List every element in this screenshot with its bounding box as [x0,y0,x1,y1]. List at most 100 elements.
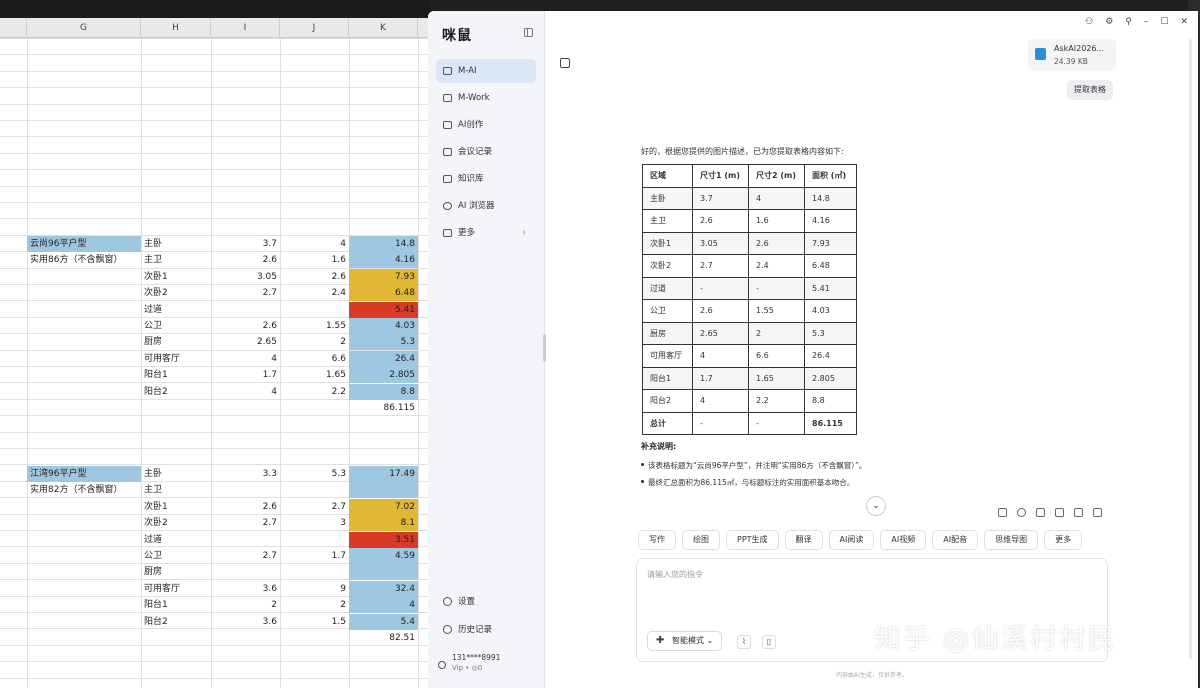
room-name[interactable]: 主卫 [141,482,211,498]
attached-file[interactable]: AskAI2026... 24.39 KB [1028,39,1116,71]
dim-a[interactable]: 3.6 [211,581,280,597]
sidebar-collapse-icon[interactable] [524,28,533,37]
new-chat-icon[interactable] [560,58,570,68]
block-subtitle[interactable]: 实用86方（不含飘窗） [27,252,141,268]
dim-a[interactable]: 2.6 [211,318,280,334]
room-name[interactable]: 过道 [141,302,211,318]
area-value[interactable] [349,564,418,580]
book-icon[interactable]: ▯ [762,635,776,649]
dim-a[interactable]: 3.05 [211,269,280,285]
room-name[interactable]: 公卫 [141,318,211,334]
area-value[interactable] [349,482,418,498]
area-value[interactable]: 32.4 [349,581,418,597]
column-header-j[interactable]: J [280,18,349,38]
user-icon[interactable] [438,661,446,669]
dim-b[interactable]: 2 [280,334,349,350]
dim-a[interactable] [211,302,280,318]
room-name[interactable]: 过道 [141,532,211,548]
dim-a[interactable] [211,532,280,548]
dim-b[interactable]: 9 [280,581,349,597]
history-item[interactable]: 历史记录 [436,619,536,641]
dim-a[interactable] [211,564,280,580]
chat-scrollbar[interactable] [1189,39,1192,659]
area-value[interactable]: 6.48 [349,285,418,301]
column-header-i[interactable]: I [211,18,280,38]
settings-item[interactable]: 设置 [436,591,536,613]
room-name[interactable]: 可用客厅 [141,581,211,597]
tool-chip[interactable]: PPT生成 [726,530,779,550]
area-value[interactable]: 5.41 [349,302,418,318]
sidebar-item-m-ai[interactable]: M-AI [436,59,536,83]
column-header-g[interactable]: G [27,18,141,38]
dim-b[interactable]: 1.5 [280,614,349,630]
copy-icon[interactable] [1055,508,1064,517]
total-value[interactable]: 86.115 [349,400,418,416]
refresh-icon[interactable] [1017,508,1026,517]
edit-icon[interactable] [998,508,1007,517]
tool-chip[interactable]: 思维导图 [984,530,1039,550]
column-header-k[interactable]: K [349,18,418,38]
sidebar-item-knowledge[interactable]: 知识库 [436,167,536,191]
dim-b[interactable] [280,482,349,498]
dim-b[interactable] [280,532,349,548]
area-value[interactable]: 3.51 [349,532,418,548]
area-value[interactable]: 4.03 [349,318,418,334]
tool-chip[interactable]: AI阅读 [828,530,875,550]
tool-chip[interactable]: AI配音 [932,530,979,550]
area-value[interactable]: 4 [349,597,418,613]
sidebar-item-m-work[interactable]: M-Work [436,86,536,110]
dim-a[interactable]: 3.6 [211,614,280,630]
dim-b[interactable]: 6.6 [280,351,349,367]
dim-b[interactable]: 1.7 [280,548,349,564]
area-value[interactable]: 2.805 [349,367,418,383]
area-value[interactable]: 5.3 [349,334,418,350]
scroll-down-button[interactable]: ⌄ [866,496,886,516]
paperclip-icon[interactable]: ⌇ [737,635,751,649]
area-value[interactable]: 4.16 [349,252,418,268]
room-name[interactable]: 厨房 [141,334,211,350]
room-name[interactable]: 厨房 [141,564,211,580]
room-name[interactable]: 主卫 [141,252,211,268]
column-header-h[interactable]: H [141,18,211,38]
room-name[interactable]: 可用客厅 [141,351,211,367]
tool-chip[interactable]: 写作 [638,530,676,550]
share-icon[interactable] [1074,508,1083,517]
sidebar-item-meeting[interactable]: 会议记录 [436,140,536,164]
download-icon[interactable] [1036,508,1045,517]
area-value[interactable]: 7.02 [349,499,418,515]
dim-a[interactable]: 1.7 [211,367,280,383]
tool-chip[interactable]: 更多 [1044,530,1083,550]
room-name[interactable]: 主卧 [141,466,211,482]
gear-icon[interactable]: ⚙ [1105,17,1113,27]
dim-a[interactable]: 2.65 [211,334,280,350]
dim-a[interactable]: 3.7 [211,236,280,252]
minimize-icon[interactable]: – [1144,17,1149,27]
dim-a[interactable]: 4 [211,351,280,367]
area-value[interactable]: 17.49 [349,466,418,482]
dim-b[interactable]: 2.6 [280,269,349,285]
room-name[interactable]: 主卧 [141,236,211,252]
dim-b[interactable]: 4 [280,236,349,252]
block-subtitle[interactable]: 实用82方（不含飘窗） [27,482,141,498]
room-name[interactable]: 公卫 [141,548,211,564]
block-title[interactable]: 云尚96平户型 [27,236,141,252]
total-value[interactable]: 82.51 [349,630,418,646]
dim-a[interactable]: 2.6 [211,252,280,268]
sidebar-item-more[interactable]: 更多 › [436,221,536,245]
area-value[interactable]: 5.4 [349,614,418,630]
area-value[interactable]: 14.8 [349,236,418,252]
dim-b[interactable]: 1.65 [280,367,349,383]
user-info[interactable]: 131****8991 Vip • ◎0 [452,653,500,672]
dim-b[interactable] [280,302,349,318]
dim-a[interactable]: 2.7 [211,285,280,301]
dim-b[interactable]: 1.6 [280,252,349,268]
mode-select[interactable]: 智能模式 ⌄ [647,631,723,651]
room-name[interactable]: 阳台1 [141,367,211,383]
area-value[interactable]: 8.1 [349,515,418,531]
room-name[interactable]: 阳台2 [141,614,211,630]
dim-b[interactable]: 2.2 [280,384,349,400]
sidebar-item-ai-browser[interactable]: AI 浏览器 [436,194,536,218]
close-icon[interactable]: ✕ [1180,17,1188,27]
dim-b[interactable]: 1.55 [280,318,349,334]
dim-a[interactable]: 2.6 [211,499,280,515]
